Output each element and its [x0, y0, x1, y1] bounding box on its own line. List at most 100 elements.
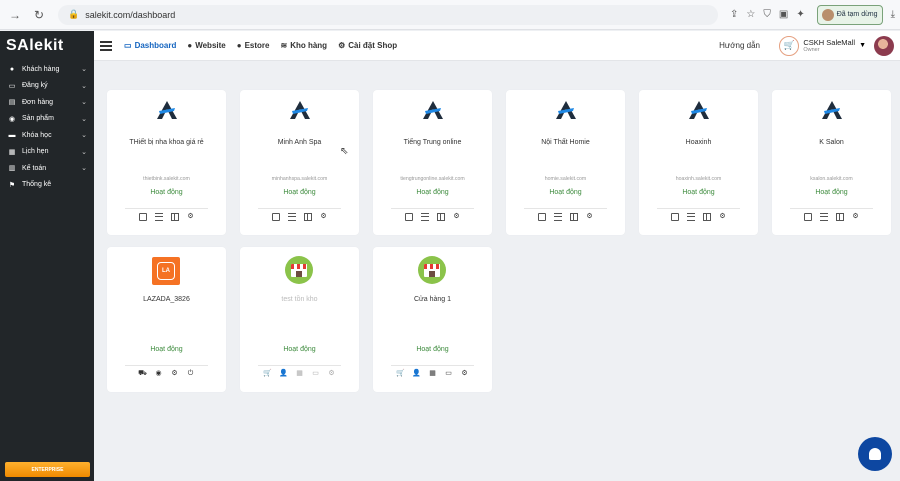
sidebar-item[interactable]: ⚑ Thống kê — [0, 177, 94, 194]
share-icon[interactable]: ⇪ — [730, 9, 738, 20]
gear-icon[interactable]: ⚙ — [328, 370, 336, 378]
list-icon[interactable] — [819, 213, 828, 221]
columns-icon[interactable] — [835, 213, 844, 221]
credit-card-icon[interactable]: ▭ — [445, 370, 453, 378]
list-icon[interactable] — [287, 213, 296, 221]
gear-icon[interactable]: ⚙ — [719, 213, 727, 221]
sidebar-item[interactable]: ▭ Đăng ký ⌄ — [0, 78, 94, 95]
profile-paused-button[interactable]: Đã tạm dừng — [816, 4, 883, 25]
sidebar-item[interactable]: ● Khách hàng ⌄ — [0, 61, 94, 78]
app-logo[interactable]: SAlekit — [0, 31, 94, 61]
nav-link[interactable]: ● Estore — [237, 41, 270, 50]
keyboard-icon[interactable] — [138, 213, 147, 221]
gear-icon[interactable]: ⚙ — [171, 370, 179, 378]
compass-icon[interactable]: ◉ — [155, 370, 163, 378]
keyboard-icon[interactable] — [537, 213, 546, 221]
shop-card[interactable]: Nội Thất Homie homie.salekit.com Hoạt độ… — [506, 90, 625, 235]
store-logo-icon — [418, 256, 446, 284]
gear-icon[interactable]: ⚙ — [453, 213, 461, 221]
sidebar-item-label: Kế toán — [22, 164, 47, 172]
nav-link[interactable]: ● Website — [187, 41, 225, 50]
account-menu[interactable]: 🛒 CSKH SaleMall Owner ▼ — [779, 35, 866, 56]
menu-toggle-icon[interactable] — [100, 39, 112, 53]
nav-link[interactable]: ▭ Dashboard — [124, 41, 176, 50]
shop-title[interactable]: Hoaxinh — [643, 139, 754, 146]
gear-icon[interactable]: ⚙ — [461, 370, 469, 378]
gear-icon[interactable]: ⚙ — [852, 213, 860, 221]
columns-icon[interactable] — [436, 213, 445, 221]
user-icon[interactable]: 👤 — [412, 370, 421, 378]
shop-title[interactable]: Cửa hàng 1 — [377, 296, 488, 303]
gear-icon[interactable]: ⚙ — [320, 213, 328, 221]
keyboard-icon[interactable] — [271, 213, 280, 221]
top-navigation: ▭ Dashboard ● Website ● Estore ≋ Kho hàng ⚙ … — [94, 31, 900, 61]
nav-link[interactable]: ⚙ Cài đặt Shop — [338, 41, 397, 50]
star-icon[interactable]: ☆ — [746, 9, 755, 20]
calendar-icon: ▦ — [8, 148, 16, 156]
sidebar-item[interactable]: ▥ Kế toán ⌄ — [0, 160, 94, 177]
shop-card[interactable]: Cửa hàng 1 Hoạt động 🛒 👤 ▦ ▭ ⚙ — [373, 247, 492, 392]
cart-icon[interactable]: 🛒 — [396, 370, 405, 378]
shop-card[interactable]: Tiếng Trung online tiengtrungonline.sale… — [373, 90, 492, 235]
shop-title[interactable]: K Salon — [776, 139, 887, 146]
help-link[interactable]: Hướng dẫn — [719, 41, 760, 50]
shop-card[interactable]: Hoaxinh hoaxinh.salekit.com Hoạt động ⚙ — [639, 90, 758, 235]
columns-icon[interactable] — [170, 213, 179, 221]
power-icon[interactable]: ⏻ — [187, 370, 195, 378]
shop-card[interactable]: test tồn kho Hoạt động 🛒 👤 ▦ ▭ ⚙ — [240, 247, 359, 392]
list-icon[interactable] — [420, 213, 429, 221]
sidebar-item[interactable]: ▤ Đơn hàng ⌄ — [0, 94, 94, 111]
cart-icon[interactable]: 🛒 — [263, 370, 272, 378]
shop-title[interactable]: test tồn kho — [244, 296, 355, 303]
shield-icon[interactable]: ⛉ — [763, 9, 771, 20]
shop-title[interactable]: THiết bị nha khoa giá rẻ — [111, 139, 222, 146]
shop-title[interactable]: Nội Thất Homie — [510, 139, 621, 146]
nav-link[interactable]: ≋ Kho hàng — [280, 41, 327, 50]
salekit-logo-icon — [156, 101, 177, 119]
shop-domain: homie.salekit.com — [544, 176, 587, 182]
user-icon[interactable]: 👤 — [279, 370, 288, 378]
sidebar-item[interactable]: ◉ Sản phẩm ⌄ — [0, 111, 94, 128]
register-icon: ▭ — [8, 82, 16, 90]
chat-bubble-button[interactable] — [858, 437, 892, 471]
shop-title[interactable]: Tiếng Trung online — [377, 139, 488, 146]
calendar-icon[interactable]: ▦ — [296, 370, 304, 378]
download-icon[interactable]: ⤓ — [891, 9, 895, 20]
columns-icon[interactable] — [569, 213, 578, 221]
shopping-cart-icon[interactable]: ⛟ — [138, 370, 147, 378]
credit-card-icon[interactable]: ▭ — [312, 370, 320, 378]
shop-card[interactable]: THiết bị nha khoa giá rẻ thietbink.salek… — [107, 90, 226, 235]
shop-card[interactable]: LA LAZADA_3826 Hoạt động ⛟ ◉ ⚙ ⏻ — [107, 247, 226, 392]
gear-icon[interactable]: ⚙ — [586, 213, 594, 221]
reload-icon[interactable]: ↻ — [30, 6, 48, 24]
list-icon[interactable] — [553, 213, 562, 221]
status-label: Hoạt động — [150, 189, 183, 196]
enterprise-badge[interactable]: ENTERPRISE — [5, 462, 90, 477]
puzzle-icon[interactable]: ✦ — [796, 9, 804, 20]
address-bar[interactable]: 🔒 salekit.com/dashboard — [58, 4, 718, 25]
sidebar-item-label: Đăng ký — [22, 82, 48, 90]
sidebar-item[interactable]: ▦ Lịch hẹn ⌄ — [0, 144, 94, 161]
gear-icon[interactable]: ⚙ — [187, 213, 195, 221]
shop-title[interactable]: LAZADA_3826 — [111, 296, 222, 303]
keyboard-icon[interactable] — [404, 213, 413, 221]
sidebar-item-label: Sản phẩm — [22, 115, 54, 123]
status-label: Hoạt động — [150, 346, 183, 353]
sidebar-item-label: Lịch hẹn — [22, 148, 49, 156]
shop-card[interactable]: K Salon ksalon.salekit.com Hoạt động ⚙ — [772, 90, 891, 235]
shop-title[interactable]: Minh Anh Spa — [244, 139, 355, 146]
user-avatar[interactable] — [874, 35, 894, 56]
list-icon[interactable] — [154, 213, 163, 221]
card-actions: ⚙ — [107, 213, 226, 221]
divider — [391, 365, 474, 366]
keyboard-icon[interactable] — [803, 213, 812, 221]
list-icon[interactable] — [686, 213, 695, 221]
columns-icon[interactable] — [702, 213, 711, 221]
columns-icon[interactable] — [303, 213, 312, 221]
calendar-icon[interactable]: ▦ — [429, 370, 437, 378]
keyboard-icon[interactable] — [670, 213, 679, 221]
sidebar-item[interactable]: ▬ Khóa học ⌄ — [0, 127, 94, 144]
shop-card[interactable]: Minh Anh Spa minhanhspa.salekit.com Hoạt… — [240, 90, 359, 235]
back-icon[interactable]: → — [6, 6, 24, 24]
extension-download-icon[interactable]: ▣ — [779, 9, 788, 20]
